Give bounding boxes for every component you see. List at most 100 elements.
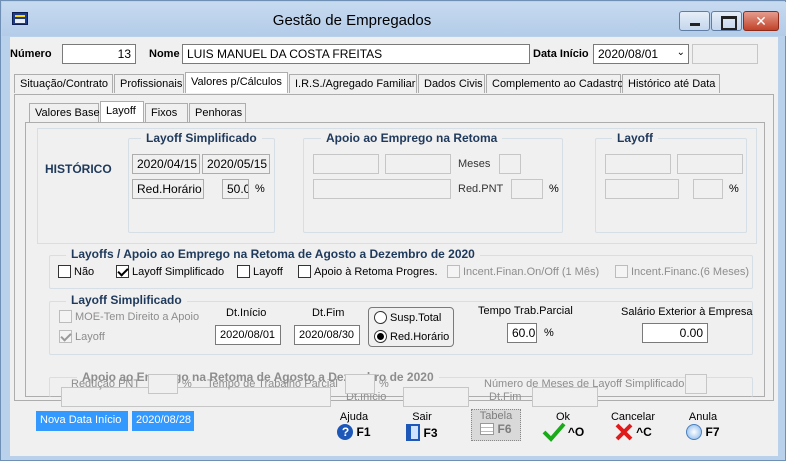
tab-historico-data[interactable]: Histórico até Data: [622, 74, 720, 93]
option-layoff[interactable]: Layoff: [237, 265, 283, 278]
susp-total-label: Susp.Total: [390, 311, 442, 324]
moe-label: MOE-Tem Direito a Apoio: [75, 310, 200, 323]
ajuda-key: F1: [356, 425, 371, 439]
valores-panel: Valores Base Layoff Fixos Penhoras HISTÓ…: [14, 94, 774, 407]
subtab-layoff[interactable]: Layoff: [100, 101, 144, 122]
hist-apoio-pct-sign: %: [549, 183, 559, 195]
hist-layoff-field-3: [605, 179, 679, 199]
sair-key: F3: [423, 425, 438, 440]
subtab-valores-base[interactable]: Valores Base: [29, 103, 100, 122]
option-layoff-simplificado[interactable]: Layoff Simplificado: [116, 265, 224, 278]
anula-label: Anula: [688, 411, 718, 423]
anula-button[interactable]: Anula F7: [680, 411, 726, 440]
minimize-button[interactable]: [679, 11, 710, 31]
tempo-parcial-input[interactable]: 60.0: [507, 323, 537, 343]
subtab-penhoras[interactable]: Penhoras: [189, 103, 246, 122]
ajuda-button[interactable]: Ajuda ? F1: [332, 411, 376, 440]
hist-meses-label: Meses: [458, 158, 491, 170]
window-title: Gestão de Empregados: [272, 12, 432, 29]
layoff-checkbox[interactable]: [237, 265, 250, 278]
maximize-button[interactable]: [711, 11, 742, 31]
ok-key: ^O: [567, 425, 585, 439]
option-nao[interactable]: Não: [58, 265, 94, 278]
historico-label: HISTÓRICO: [45, 162, 112, 176]
tempo-parcial-label: Tempo Trab.Parcial: [478, 305, 573, 317]
ajuda-label: Ajuda: [339, 411, 369, 423]
nome-input[interactable]: LUIS MANUEL DA COSTA FREITAS: [182, 44, 530, 64]
hist-red-pnt-field: [511, 179, 543, 199]
reducao-pnt-field: [148, 374, 178, 394]
tab-valores-calculos[interactable]: Valores p/Cálculos: [185, 72, 288, 93]
hist-red-pnt-label: Red.PNT: [458, 183, 504, 195]
hist-layoff-field-4: [693, 179, 723, 199]
salario-exterior-input[interactable]: 0.00: [642, 323, 708, 343]
tabela-button[interactable]: Tabela F6: [471, 409, 521, 441]
tab-irs-agregado[interactable]: I.R.S./Agregado Familiar: [289, 74, 417, 93]
layoff-ls-label: Layoff: [75, 330, 105, 343]
susp-total-radio[interactable]: [374, 311, 387, 324]
incent-6-meses-checkbox: [615, 265, 628, 278]
apoio-dt-fim-label: Dt.Fim: [489, 391, 522, 403]
numero-input[interactable]: 13: [62, 44, 136, 64]
hist-pct-sign: %: [255, 183, 265, 195]
moe-option: MOE-Tem Direito a Apoio: [59, 310, 199, 323]
hist-layoff-field-1: [605, 154, 671, 174]
nova-data-value: 2020/08/28: [132, 411, 194, 431]
sair-label: Sair: [412, 411, 432, 423]
nova-data-label: Nova Data Início: [36, 411, 128, 431]
apoio-dt-inicio-field: [403, 387, 469, 407]
title-bar[interactable]: Gestão de Empregados ✕: [2, 2, 786, 36]
tempo-trabalho-parcial-label: Tempo de Trabalho Parcial: [207, 378, 338, 390]
hist-percent: 50.0: [222, 179, 249, 199]
hist-layoff-field-2: [677, 154, 743, 174]
red-horario-option[interactable]: Red.Horário: [374, 330, 449, 343]
tab-situacao-contrato[interactable]: Situação/Contrato: [14, 74, 113, 93]
layoff-label: Layoff: [253, 265, 283, 278]
red-horario-radio[interactable]: [374, 330, 387, 343]
anula-key: F7: [705, 425, 720, 439]
susp-total-option[interactable]: Susp.Total: [374, 311, 441, 324]
apoio-retoma-checkbox[interactable]: [298, 265, 311, 278]
data-inicio-select[interactable]: 2020/08/01 ⌄: [593, 44, 689, 64]
red-horario-label: Red.Horário: [390, 330, 450, 343]
subtab-fixos[interactable]: Fixos: [145, 103, 188, 122]
tab-profissionais[interactable]: Profissionais: [114, 74, 184, 93]
sair-button[interactable]: Sair F3: [400, 411, 444, 441]
hist-meses-field: [499, 154, 521, 174]
dt-fim-input[interactable]: 2020/08/30: [294, 325, 360, 345]
apoio-dt-fim-field: [532, 387, 598, 407]
tab-dados-civis[interactable]: Dados Civis: [418, 74, 485, 93]
meses-layoff-label: Número de Meses de Layoff Simplificado: [484, 378, 685, 390]
layoff-simplificado-checkbox[interactable]: [116, 265, 129, 278]
nao-checkbox[interactable]: [58, 265, 71, 278]
nao-label: Não: [74, 265, 95, 278]
incent-6-meses-label: Incent.Financ.(6 Meses): [631, 265, 749, 278]
tab-complemento-cadastro[interactable]: Complemento ao Cadastro: [486, 74, 623, 93]
hist-apoio-field-2: [385, 154, 451, 174]
dt-inicio-input[interactable]: 2020/08/01: [215, 325, 281, 345]
cancelar-button[interactable]: Cancelar ^C: [608, 411, 658, 441]
hist-layoff-simplificado-title: Layoff Simplificado: [141, 131, 262, 145]
ok-button[interactable]: Ok ^O: [538, 411, 588, 442]
hist-date-to: 2020/05/15: [202, 154, 270, 174]
layoff-simplificado-title: Layoff Simplificado: [66, 293, 187, 307]
table-icon: [480, 423, 495, 435]
incent-on-off-checkbox: [447, 265, 460, 278]
agosto-dezembro-title: Layoffs / Apoio ao Emprego na Retoma de …: [66, 247, 480, 261]
option-incent-on-off: Incent.Finan.On/Off (1 Mês): [447, 265, 599, 278]
reducao-pct-sign: %: [182, 378, 192, 390]
layoff-simplificado-label: Layoff Simplificado: [132, 265, 225, 278]
tempo-trabalho-pct-sign: %: [379, 378, 389, 390]
check-icon: [542, 422, 566, 442]
moe-checkbox: [59, 310, 72, 323]
main-tabs: Situação/Contrato Profissionais Valores …: [14, 72, 774, 95]
reducao-pnt-label: Redução PNT: [71, 378, 141, 390]
exit-icon: [406, 424, 421, 441]
dt-fim-label: Dt.Fim: [312, 307, 345, 319]
option-apoio-retoma[interactable]: Apoio à Retoma Progres.: [298, 265, 438, 278]
close-icon: ✕: [755, 13, 767, 29]
data-inicio-label: Data Início: [533, 48, 589, 60]
hist-layoff-title: Layoff: [612, 131, 658, 145]
close-button[interactable]: ✕: [743, 11, 779, 31]
apoio-retoma-label: Apoio à Retoma Progres.: [314, 265, 438, 278]
